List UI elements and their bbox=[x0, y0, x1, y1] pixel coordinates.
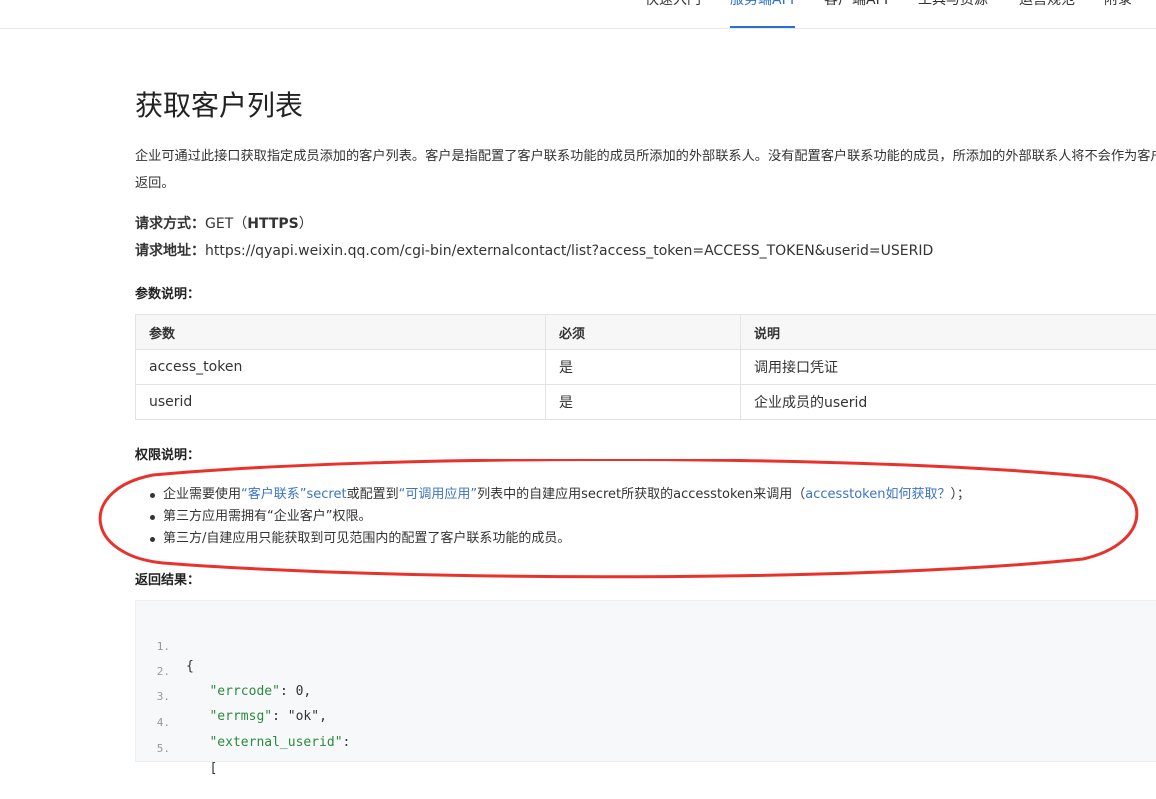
code-key: "external_userid" bbox=[209, 735, 342, 750]
code-line: 3. "errmsg": "ok", bbox=[136, 667, 183, 687]
code-indent bbox=[186, 684, 209, 699]
perm-text: 企业需要使用 bbox=[163, 487, 241, 502]
code-indent bbox=[186, 761, 209, 776]
code-indent bbox=[186, 709, 209, 724]
nav-tab-quickstart[interactable]: 快速入门 bbox=[645, 0, 701, 27]
table-header-row: 参数 必须 说明 bbox=[136, 315, 1156, 350]
request-method: 请求方式：GET（HTTPS） bbox=[135, 213, 313, 233]
line-number: 5. bbox=[156, 739, 170, 759]
nav-tab-ops[interactable]: 运营规范 bbox=[1019, 0, 1075, 27]
code-indent bbox=[186, 735, 209, 750]
permission-list: 企业需要使用“客户联系”secret或配置到“可调用应用”列表中的自建应用sec… bbox=[147, 484, 970, 550]
code-line: 5. [ bbox=[136, 719, 183, 739]
table-header-cell: 必须 bbox=[546, 315, 741, 350]
top-nav: 快速入门 服务端API 客户端API 工具与资源 运营规范 附录 bbox=[0, 0, 1156, 29]
code-text: { bbox=[186, 657, 194, 677]
table-cell: access_token bbox=[136, 350, 546, 385]
nav-tab-appendix[interactable]: 附录 bbox=[1104, 0, 1132, 27]
table-cell: 是 bbox=[546, 350, 741, 385]
table-cell: userid bbox=[136, 385, 546, 420]
code-value: [ bbox=[209, 761, 217, 776]
permission-section-label: 权限说明： bbox=[135, 444, 200, 463]
code-line: 1. { bbox=[136, 617, 183, 637]
code-key: "errcode" bbox=[209, 684, 279, 699]
code-text: "errcode": 0, bbox=[186, 682, 311, 702]
code-line: 4. "external_userid": bbox=[136, 693, 183, 713]
list-item: 第三方/自建应用只能获取到可见范围内的配置了客户联系功能的成员。 bbox=[147, 528, 970, 550]
request-url-value: https://qyapi.weixin.qq.com/cgi-bin/exte… bbox=[205, 243, 933, 259]
table-cell: 企业成员的userid bbox=[741, 385, 1156, 420]
code-text: "errmsg": "ok", bbox=[186, 707, 327, 727]
code-block: 1. { 2. "errcode": 0, 3. "errmsg": "ok",… bbox=[135, 600, 1156, 762]
request-url-label: 请求地址： bbox=[135, 243, 205, 259]
code-value: : 0, bbox=[280, 684, 311, 699]
active-tab-underline bbox=[730, 26, 795, 28]
request-method-label: 请求方式： bbox=[135, 216, 205, 232]
table-row: access_token 是 调用接口凭证 bbox=[136, 350, 1156, 385]
list-item: 企业需要使用“客户联系”secret或配置到“可调用应用”列表中的自建应用sec… bbox=[147, 484, 970, 506]
perm-text: 或配置到 bbox=[347, 487, 399, 502]
table-header-cell: 说明 bbox=[741, 315, 1156, 350]
table-cell: 调用接口凭证 bbox=[741, 350, 1156, 385]
request-url: 请求地址：https://qyapi.weixin.qq.com/cgi-bin… bbox=[135, 240, 933, 260]
request-method-close: ） bbox=[299, 216, 313, 232]
nav-tab-client-api[interactable]: 客户端API bbox=[824, 0, 888, 27]
secret-link[interactable]: “客户联系”secret bbox=[241, 487, 347, 502]
code-key: "errmsg" bbox=[209, 709, 272, 724]
request-method-protocol: HTTPS bbox=[247, 216, 298, 232]
perm-text: ）； bbox=[950, 487, 970, 502]
code-value: : "ok", bbox=[272, 709, 327, 724]
page-title: 获取客户列表 bbox=[135, 84, 303, 124]
params-section-label: 参数说明： bbox=[135, 283, 200, 302]
list-item: 第三方应用需拥有“企业客户”权限。 bbox=[147, 506, 970, 528]
code-line: 2. "errcode": 0, bbox=[136, 642, 183, 662]
callable-apps-link[interactable]: “可调用应用” bbox=[399, 487, 477, 502]
nav-tab-server-api[interactable]: 服务端API bbox=[730, 0, 794, 27]
table-header-cell: 参数 bbox=[136, 315, 546, 350]
code-text: "external_userid": bbox=[186, 733, 350, 753]
code-value: { bbox=[186, 659, 194, 674]
code-text: [ bbox=[186, 759, 217, 779]
accesstoken-howto-link[interactable]: accesstoken如何获取？ bbox=[805, 487, 950, 502]
code-value: : bbox=[343, 735, 351, 750]
table-cell: 是 bbox=[546, 385, 741, 420]
params-table: 参数 必须 说明 access_token 是 调用接口凭证 userid 是 … bbox=[135, 314, 1156, 420]
perm-text: 列表中的自建应用secret所获取的accesstoken来调用（ bbox=[477, 487, 805, 502]
nav-tab-tools[interactable]: 工具与资源 bbox=[918, 0, 988, 27]
intro-text: 企业可通过此接口获取指定成员添加的客户列表。客户是指配置了客户联系功能的成员所添… bbox=[135, 143, 1156, 197]
request-method-value: GET（ bbox=[205, 216, 247, 232]
result-section-label: 返回结果： bbox=[135, 569, 200, 588]
table-row: userid 是 企业成员的userid bbox=[136, 385, 1156, 420]
